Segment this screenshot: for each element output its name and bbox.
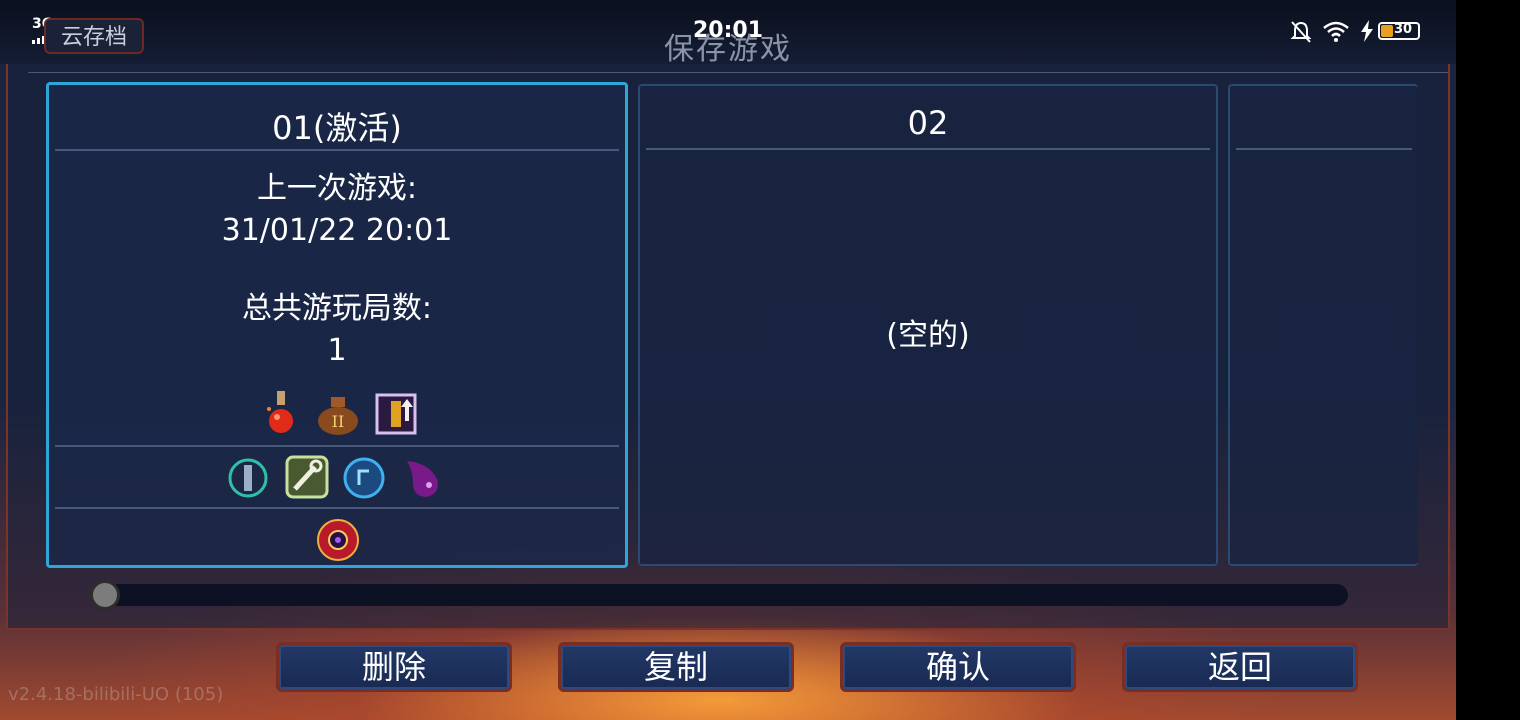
- charging-icon: [1361, 20, 1373, 42]
- mute-bell-icon: [1290, 21, 1312, 43]
- gold-bag-icon: II: [318, 397, 358, 435]
- svg-text:II: II: [332, 412, 345, 431]
- wrench-rune-icon: [285, 455, 329, 499]
- wifi-icon: [1323, 21, 1349, 42]
- rune-teleport-icon: [228, 458, 268, 498]
- copy-button[interactable]: 复制: [558, 642, 794, 692]
- top-bar: 3G 云存档 保存游戏 20:01 30: [0, 0, 1456, 67]
- slot-divider: [646, 148, 1210, 150]
- screen-edge: [1456, 0, 1520, 720]
- version-label: v2.4.18-bilibili-UO (105): [8, 684, 224, 705]
- empty-slot-label: (空的): [886, 318, 970, 353]
- confirm-button[interactable]: 确认: [840, 642, 1076, 692]
- battery-icon: 30: [1378, 22, 1420, 40]
- scroll-upgrade-icon: [375, 393, 417, 435]
- slot-title: 02: [907, 104, 949, 142]
- save-slot-1[interactable]: 01(激活) 上一次游戏: 31/01/22 20:01 总共游玩局数: 1 I…: [46, 82, 628, 568]
- last-game-label: 上一次游戏:: [256, 171, 418, 206]
- scrollbar-thumb[interactable]: [90, 580, 120, 610]
- panel-divider: [28, 72, 1448, 73]
- game-background: 3G 云存档 保存游戏 20:01 30 01(激活) 上一次游戏: 31/01…: [0, 0, 1456, 720]
- back-button[interactable]: 返回: [1122, 642, 1358, 692]
- save-slot-2[interactable]: 02 (空的): [638, 84, 1218, 566]
- slot-title: 01(激活): [272, 109, 402, 147]
- slots-scrollbar[interactable]: [92, 584, 1348, 606]
- status-clock: 20:01: [692, 18, 764, 43]
- slot-divider: [55, 149, 619, 151]
- health-flask-icon: [267, 391, 293, 433]
- purple-flame-icon: [407, 461, 438, 497]
- cursed-eye-icon: [317, 519, 359, 561]
- delete-button[interactable]: 删除: [276, 642, 512, 692]
- save-slot-3[interactable]: [1228, 84, 1418, 566]
- slot-divider: [55, 445, 619, 447]
- total-runs-label: 总共游玩局数:: [241, 291, 433, 326]
- slot-divider: [1236, 148, 1412, 150]
- status-icons: 30: [1290, 20, 1430, 44]
- total-runs-value: 1: [327, 333, 347, 368]
- slot-divider: [55, 507, 619, 509]
- last-game-time: 31/01/22 20:01: [221, 213, 453, 248]
- battery-level: 30: [1394, 22, 1413, 37]
- blue-rune-icon: [343, 457, 385, 499]
